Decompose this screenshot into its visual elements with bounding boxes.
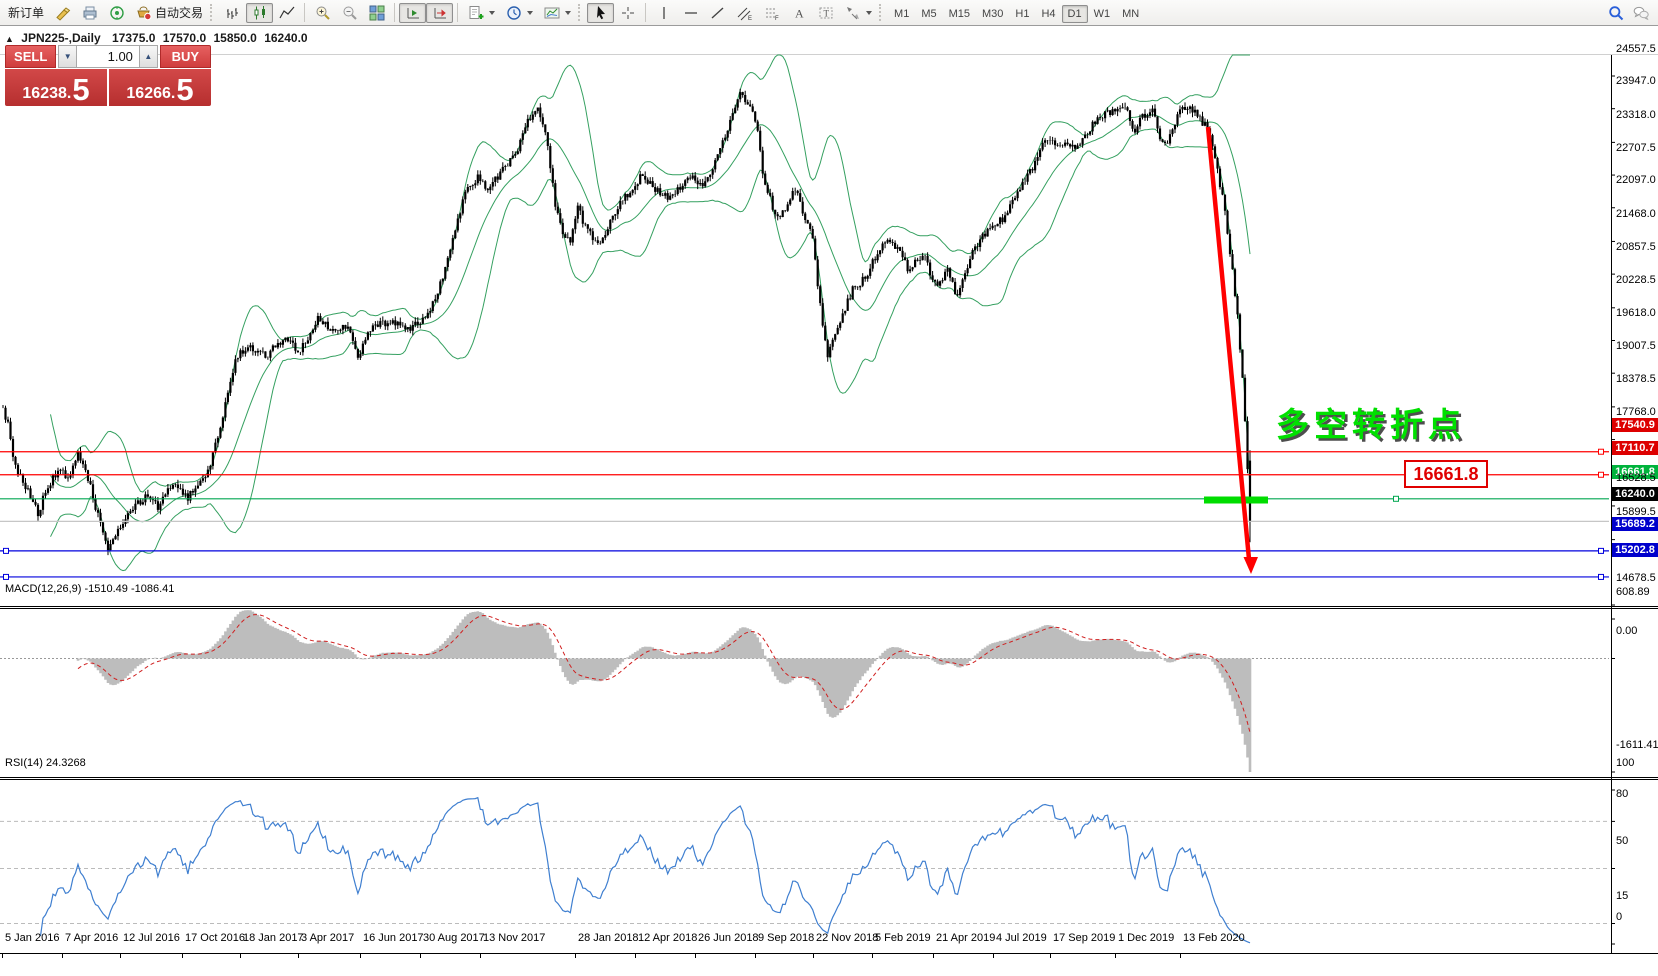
vertical-line-button[interactable] (650, 3, 677, 23)
horizontal-line-button[interactable] (677, 3, 704, 23)
auto-trading-label: 自动交易 (155, 4, 203, 21)
toolbar-separator (394, 3, 395, 22)
timeframe-h4[interactable]: H4 (1035, 5, 1061, 23)
channel-icon: E (736, 4, 753, 21)
trendline-icon (709, 4, 726, 21)
zoom-out-button[interactable] (336, 3, 363, 23)
signal-icon (108, 4, 125, 21)
panel-toggle-icon[interactable]: ▲ (5, 34, 14, 44)
chevron-down-icon (489, 11, 495, 15)
buy-button[interactable]: BUY (160, 45, 211, 68)
candlestick-button[interactable] (246, 3, 273, 23)
main-toolbar: 新订单 自动交易 E F A T M1M5M15M30H1H4D1W1MN (0, 0, 1658, 26)
zoom-in-icon (314, 4, 331, 21)
buy-price-pip: 5 (176, 76, 193, 104)
autoscroll-icon (431, 4, 448, 21)
chevron-down-icon (866, 11, 872, 15)
autoscroll-button[interactable] (426, 3, 453, 23)
timeframe-h1[interactable]: H1 (1009, 5, 1035, 23)
period-button[interactable] (500, 3, 538, 23)
add-indicator-button[interactable] (462, 3, 500, 23)
timeframe-m5[interactable]: M5 (915, 5, 942, 23)
volume-down-button[interactable]: ▼ (58, 45, 77, 68)
buy-price-display[interactable]: 16266.5 (109, 69, 211, 106)
cursor-icon (592, 4, 609, 21)
timeframe-d1[interactable]: D1 (1062, 5, 1088, 23)
arrows-icon (844, 4, 861, 21)
add-indicator-icon (467, 4, 484, 21)
brush-button[interactable] (49, 3, 76, 23)
shift-chart-icon (404, 4, 421, 21)
trendline-button[interactable] (704, 3, 731, 23)
new-order-label: 新订单 (8, 4, 44, 21)
auto-trading-button[interactable]: 自动交易 (130, 3, 208, 23)
price-tag-label[interactable]: 16661.8 (1404, 460, 1488, 488)
label-button[interactable]: T (812, 3, 839, 23)
cursor-button[interactable] (587, 3, 614, 23)
toolbar-separator (645, 3, 646, 22)
volume-up-button[interactable]: ▲ (139, 45, 158, 68)
arrows-button[interactable] (839, 3, 877, 23)
fibonacci-icon: F (763, 4, 780, 21)
line-chart-button[interactable] (273, 3, 300, 23)
new-order-button[interactable]: 新订单 (3, 3, 49, 23)
template-icon (543, 4, 560, 21)
crosshair-button[interactable] (614, 3, 641, 23)
volume-input[interactable]: 1.00 (77, 45, 139, 68)
zoom-in-button[interactable] (309, 3, 336, 23)
sell-price-pip: 5 (72, 76, 89, 104)
signal-button[interactable] (103, 3, 130, 23)
timeframe-mn[interactable]: MN (1116, 5, 1145, 23)
sell-button[interactable]: SELL (5, 45, 56, 68)
chevron-down-icon (527, 11, 533, 15)
vertical-line-icon (655, 4, 672, 21)
svg-text:T: T (823, 8, 829, 18)
toolbar-right-group (1607, 4, 1655, 21)
sell-price-main: 16238 (22, 84, 67, 104)
price-chart-svg (0, 27, 1658, 976)
text-icon: A (790, 4, 807, 21)
fibonacci-button[interactable]: F (758, 3, 785, 23)
tile-windows-button[interactable] (363, 3, 390, 23)
shift-chart-button[interactable] (399, 3, 426, 23)
bar-chart-button[interactable] (219, 3, 246, 23)
candlestick-icon (251, 4, 268, 21)
zoom-out-icon (341, 4, 358, 21)
print-icon (81, 4, 98, 21)
toolbar-separator (304, 3, 305, 22)
toolbar-separator (457, 3, 458, 22)
basket-icon (135, 4, 152, 21)
template-button[interactable] (538, 3, 576, 23)
tile-windows-icon (368, 4, 385, 21)
brush-icon (54, 4, 71, 21)
buy-price-main: 16266 (126, 84, 171, 104)
one-click-trading-panel: SELL ▼ 1.00 ▲ BUY 16238.5 16266.5 (5, 45, 211, 106)
period-clock-icon (505, 4, 522, 21)
svg-text:A: A (795, 6, 804, 20)
horizontal-line-icon (682, 4, 699, 21)
toolbar-grip (879, 4, 884, 21)
timeframe-m15[interactable]: M15 (943, 5, 976, 23)
timeframe-w1[interactable]: W1 (1088, 5, 1117, 23)
toolbar-grip (578, 4, 583, 21)
label-icon: T (817, 4, 834, 21)
sell-price-display[interactable]: 16238.5 (5, 69, 107, 106)
svg-text:F: F (775, 16, 779, 21)
search-icon[interactable] (1607, 4, 1624, 21)
bar-chart-icon (224, 4, 241, 21)
toolbar-grip (210, 4, 215, 21)
chevron-down-icon (565, 11, 571, 15)
chat-icon[interactable] (1632, 4, 1649, 21)
timeframe-group: M1M5M15M30H1H4D1W1MN (888, 4, 1145, 22)
svg-text:E: E (748, 16, 752, 21)
line-chart-icon (278, 4, 295, 21)
crosshair-icon (619, 4, 636, 21)
channel-button[interactable]: E (731, 3, 758, 23)
timeframe-m1[interactable]: M1 (888, 5, 915, 23)
text-button[interactable]: A (785, 3, 812, 23)
chart-canvas[interactable] (0, 27, 1658, 949)
print-button[interactable] (76, 3, 103, 23)
timeframe-m30[interactable]: M30 (976, 5, 1009, 23)
